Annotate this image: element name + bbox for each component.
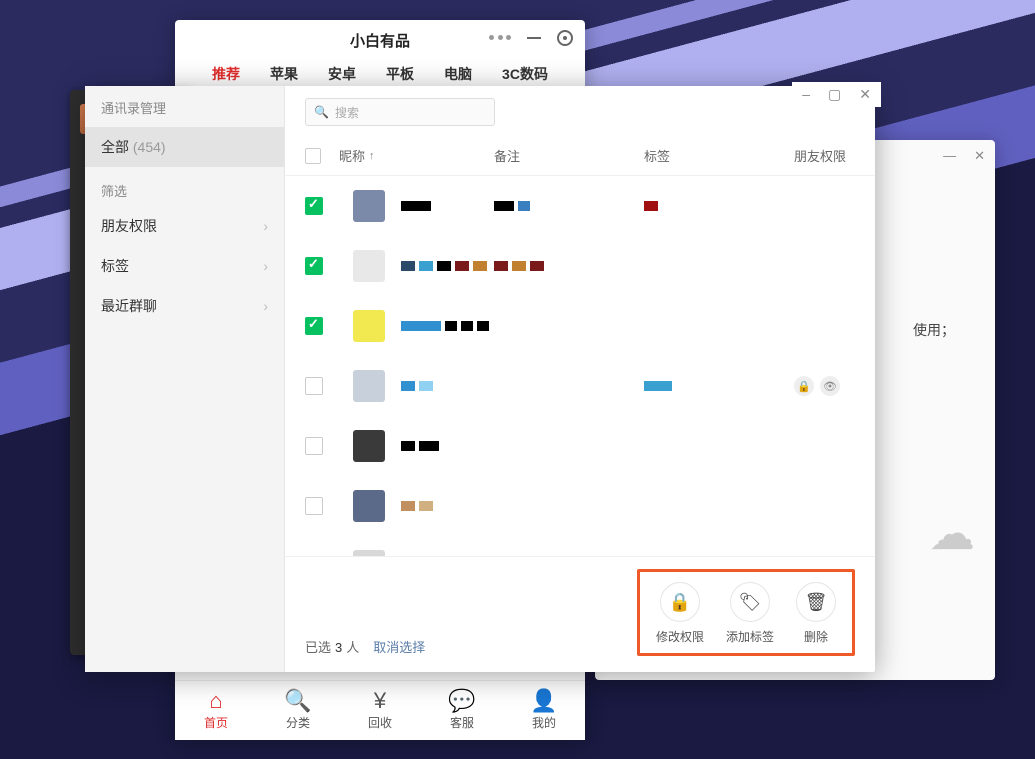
tag-redacted bbox=[644, 199, 794, 214]
contact-avatar bbox=[353, 430, 385, 462]
nickname-redacted bbox=[401, 259, 491, 274]
contacts-main: 🔍 搜索 昵称 ↑ 备注 标签 朋友权限 🔒👁 已选 3 人 取消选择 🔒修改权… bbox=[285, 86, 875, 672]
contacts-list: 🔒👁 bbox=[285, 176, 875, 556]
contact-avatar bbox=[353, 490, 385, 522]
target-icon[interactable] bbox=[557, 30, 573, 46]
action-label: 添加标签 bbox=[726, 628, 774, 645]
filter-label: 朋友权限 bbox=[101, 216, 157, 236]
action-buttons-highlight: 🔒 修改权限 🏷 添加标签 🗑 删除 bbox=[637, 569, 855, 656]
contacts-footer: 已选 3 人 取消选择 🔒 修改权限 🏷 添加标签 🗑 删除 bbox=[285, 556, 875, 672]
row-checkbox[interactable] bbox=[305, 257, 323, 275]
lock-icon: 🔒 bbox=[794, 376, 814, 396]
wechat-logo-icon: ☁ bbox=[929, 506, 975, 560]
nav-label: 分类 bbox=[286, 714, 310, 731]
sort-asc-icon: ↑ bbox=[369, 150, 375, 162]
filter-item-1[interactable]: 标签 › bbox=[85, 246, 284, 286]
nav-label: 客服 bbox=[450, 714, 474, 731]
contact-row[interactable] bbox=[285, 536, 875, 556]
nickname-redacted bbox=[401, 199, 435, 214]
nav-label: 回收 bbox=[368, 714, 392, 731]
search-input[interactable]: 🔍 搜索 bbox=[305, 98, 495, 126]
cancel-selection-link[interactable]: 取消选择 bbox=[373, 637, 425, 656]
filter-label: 标签 bbox=[101, 256, 129, 276]
nav-item-4[interactable]: 👤 我的 bbox=[503, 681, 585, 740]
action-button-1[interactable]: 🏷 添加标签 bbox=[726, 582, 774, 645]
bgwin-close-icon[interactable]: ✕ bbox=[974, 148, 985, 164]
row-checkbox[interactable] bbox=[305, 497, 323, 515]
bgwin-minimize-icon[interactable]: — bbox=[943, 148, 956, 164]
selected-prefix: 已选 bbox=[305, 637, 331, 656]
note-redacted bbox=[494, 199, 644, 214]
filter-item-0[interactable]: 朋友权限 › bbox=[85, 206, 284, 246]
filter-section-label: 筛选 bbox=[85, 167, 284, 206]
nav-item-3[interactable]: 💬 客服 bbox=[421, 681, 503, 740]
eye-icon: 👁 bbox=[820, 376, 840, 396]
selected-count: 3 bbox=[335, 640, 342, 655]
col-header-tag[interactable]: 标签 bbox=[644, 146, 794, 165]
nav-icon: 💬 bbox=[448, 690, 475, 712]
row-checkbox[interactable] bbox=[305, 437, 323, 455]
selected-suffix: 人 bbox=[346, 637, 359, 656]
select-all-checkbox[interactable] bbox=[305, 148, 321, 164]
minimize-icon[interactable] bbox=[527, 37, 541, 39]
nav-item-2[interactable]: ¥ 回收 bbox=[339, 681, 421, 740]
contact-row[interactable] bbox=[285, 176, 875, 236]
filter-item-2[interactable]: 最近群聊 › bbox=[85, 286, 284, 326]
contact-row[interactable]: 🔒👁 bbox=[285, 356, 875, 416]
permission-icons: 🔒👁 bbox=[794, 376, 855, 396]
contact-row[interactable] bbox=[285, 236, 875, 296]
row-checkbox[interactable] bbox=[305, 377, 323, 395]
filter-label: 最近群聊 bbox=[101, 296, 157, 316]
nav-item-1[interactable]: 🔍 分类 bbox=[257, 681, 339, 740]
action-label: 修改权限 bbox=[656, 628, 704, 645]
action-icon: 🗑 bbox=[796, 582, 836, 622]
contact-row[interactable] bbox=[285, 416, 875, 476]
col-header-permission[interactable]: 朋友权限 bbox=[794, 146, 855, 165]
nav-icon: 👤 bbox=[530, 690, 557, 712]
all-count: (454) bbox=[133, 139, 166, 155]
chevron-right-icon: › bbox=[263, 258, 268, 274]
action-button-2[interactable]: 🗑 删除 bbox=[796, 582, 836, 645]
action-icon: 🔒 bbox=[660, 582, 700, 622]
contacts-sidebar: 通讯录管理 全部 (454) 筛选 朋友权限 › 标签 › 最近群聊 › bbox=[85, 86, 285, 672]
action-label: 删除 bbox=[804, 628, 828, 645]
nav-label: 我的 bbox=[532, 714, 556, 731]
nickname-redacted bbox=[401, 439, 443, 454]
nickname-redacted bbox=[401, 379, 437, 394]
nav-label: 首页 bbox=[204, 714, 228, 731]
search-placeholder: 搜索 bbox=[335, 104, 359, 121]
contact-avatar bbox=[353, 370, 385, 402]
contact-avatar bbox=[353, 190, 385, 222]
bottom-nav: ⌂ 首页 🔍 分类 ¥ 回收 💬 客服 👤 我的 bbox=[175, 680, 585, 740]
action-button-0[interactable]: 🔒 修改权限 bbox=[656, 582, 704, 645]
nav-item-0[interactable]: ⌂ 首页 bbox=[175, 681, 257, 740]
nickname-redacted bbox=[401, 319, 493, 334]
table-header: 昵称 ↑ 备注 标签 朋友权限 bbox=[285, 138, 875, 176]
col-header-nickname[interactable]: 昵称 ↑ bbox=[339, 146, 494, 165]
all-label: 全部 bbox=[101, 139, 129, 155]
contact-avatar bbox=[353, 310, 385, 342]
col-header-note[interactable]: 备注 bbox=[494, 146, 644, 165]
contact-row[interactable] bbox=[285, 296, 875, 356]
bg-partial-text: 使用； bbox=[913, 320, 955, 340]
row-checkbox[interactable] bbox=[305, 317, 323, 335]
row-checkbox[interactable] bbox=[305, 197, 323, 215]
more-icon[interactable] bbox=[489, 35, 511, 41]
tag-redacted bbox=[644, 379, 794, 394]
sidebar-item-all[interactable]: 全部 (454) bbox=[85, 127, 284, 167]
nav-icon: 🔍 bbox=[284, 690, 311, 712]
action-icon: 🏷 bbox=[730, 582, 770, 622]
chevron-right-icon: › bbox=[263, 298, 268, 314]
contact-row[interactable] bbox=[285, 476, 875, 536]
note-redacted bbox=[494, 259, 644, 274]
contacts-manager-window: – ▢ ✕ 通讯录管理 全部 (454) 筛选 朋友权限›标签›最近群聊› 🔍 … bbox=[85, 86, 875, 672]
nav-icon: ⌂ bbox=[209, 690, 222, 712]
nickname-redacted bbox=[401, 499, 437, 514]
chevron-right-icon: › bbox=[263, 218, 268, 234]
app-title: 小白有品 bbox=[350, 30, 410, 51]
contacts-sidebar-title: 通讯录管理 bbox=[85, 86, 284, 127]
nav-icon: ¥ bbox=[374, 690, 386, 712]
contact-avatar bbox=[353, 250, 385, 282]
search-icon: 🔍 bbox=[314, 105, 329, 119]
